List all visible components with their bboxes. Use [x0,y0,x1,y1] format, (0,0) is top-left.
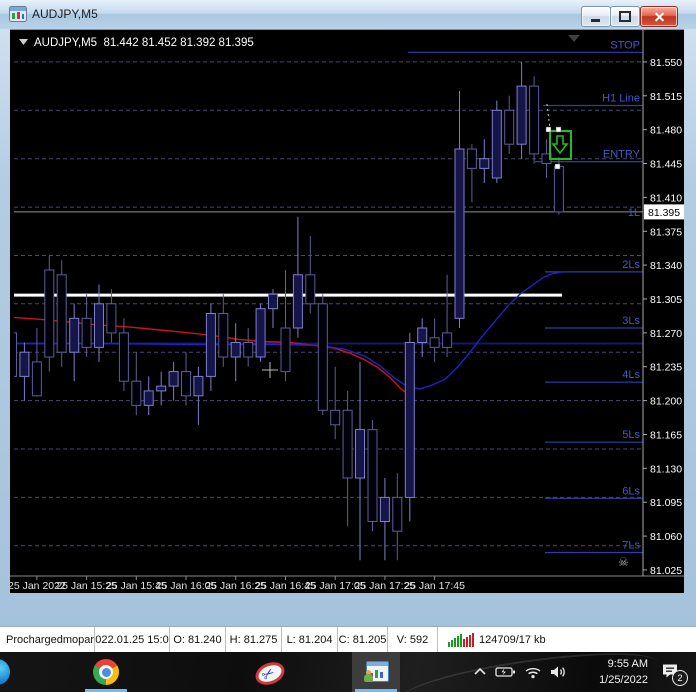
window-titlebar[interactable]: AUDJPY,M5 [0,0,696,29]
price-tick-label: 81.515 [650,91,682,103]
candles [14,61,564,561]
status-low: L: 81.204 [282,627,338,653]
level-label-2Ls: 2Ls [622,259,640,271]
status-bar-time: 2022.01.25 15:05 [95,627,170,653]
price-tick-label: 81.340 [650,260,682,272]
price-tick-label: 81.305 [650,294,682,306]
selection-handle[interactable] [545,126,552,133]
level-label-5Ls: 5Ls [622,429,640,441]
status-traffic: 124709/17 kb [479,634,546,646]
maximize-button[interactable] [610,6,640,27]
chart-window-icon [9,6,27,22]
status-account: Prochargedmopar [0,627,95,653]
taskbar-item-mt4[interactable] [352,652,400,692]
desktop-screen: AUDJPY,M5 STOP H1 Line ENTRY 1L 2Ls 3Ls 4Ls 5Ls… [0,0,696,692]
status-volume: V: 592 [388,627,438,653]
level-label-H1 Line: H1 Line [602,93,640,105]
price-tick-label: 81.235 [650,362,682,374]
mt4-icon [363,660,389,684]
status-open: O: 81.240 [170,627,226,653]
level-label-6Ls: 6Ls [622,485,640,497]
minimize-button[interactable] [581,6,611,27]
system-tray [472,652,568,692]
level-label-1L: 1L [628,207,640,219]
object-tether-line [546,103,551,130]
price-tick-label: 81.200 [650,396,682,408]
price-tick-label: 81.095 [650,497,682,509]
status-connection: 124709/17 kb [438,627,696,653]
selection-handle[interactable] [554,163,561,170]
price-tick-label: 81.480 [650,125,682,137]
time-axis[interactable]: 25 Jan 202225 Jan 15:2525 Jan 15:4525 Ja… [10,575,684,592]
ohlc-collapse-arrow[interactable] [19,39,28,45]
selection-handle[interactable] [555,126,562,133]
taskbar-item-chrome[interactable] [82,652,130,692]
chrome-icon [93,659,119,685]
status-high: H: 81.275 [226,627,282,653]
battery-icon[interactable] [495,664,517,680]
status-close: C: 81.205 [338,627,388,653]
chart-ohlc-header: AUDJPY,M5 81.442 81.452 81.392 81.395 [34,37,254,49]
price-chart[interactable]: STOP H1 Line ENTRY 1L 2Ls 3Ls 4Ls 5Ls 6Ls 7Ls ☠ 81.… [10,30,684,593]
price-tick-label: 81.550 [650,57,682,69]
notification-center-button[interactable]: 2 [660,661,688,686]
minimize-icon [591,19,600,22]
price-tick-label: 81.130 [650,463,682,475]
level-label-4Ls: 4Ls [622,369,640,381]
price-tick-label: 81.165 [650,430,682,442]
taskbar: ✂ 9:55 AM 1/25/2022 2 [0,642,696,692]
connection-bars-icon [448,633,474,647]
time-tick-label: 25 Jan 17:45 [404,580,465,592]
close-button[interactable] [640,6,678,27]
level-label-ENTRY: ENTRY [603,149,641,161]
window-title: AUDJPY,M5 [32,7,98,21]
snipping-tool-icon: ✂ [252,658,288,689]
taskbar-clock[interactable]: 9:55 AM 1/25/2022 [576,656,648,688]
price-tick-label: 81.375 [650,226,682,238]
wifi-icon[interactable] [524,664,542,680]
speaker-icon[interactable] [549,664,568,680]
clock-time: 9:55 AM [607,658,648,670]
skull-marker-icon: ☠ [618,555,629,569]
price-tick-label: 81.025 [650,565,682,577]
browser-icon-partial[interactable] [0,659,10,685]
down-arrow-icon [551,135,569,155]
mt4-chart-window: AUDJPY,M5 STOP H1 Line ENTRY 1L 2Ls 3Ls 4Ls 5Ls… [0,0,696,627]
price-axis[interactable]: 81.550 81.515 81.480 81.445 81.410 81.375 81.3… [642,30,684,577]
price-tick-label: 81.445 [650,159,682,171]
price-tick-label: 81.410 [650,192,682,204]
price-tick-label: 81.270 [650,328,682,340]
tray-chevron-icon[interactable] [472,664,488,680]
taskbar-item-snipping-tool[interactable]: ✂ [244,652,292,692]
chart-shift-marker[interactable] [568,35,580,42]
notification-badge: 2 [672,670,688,686]
clock-date: 1/25/2022 [599,674,648,686]
close-icon [654,11,665,22]
chart-canvas[interactable]: STOP H1 Line ENTRY 1L 2Ls 3Ls 4Ls 5Ls 6Ls 7Ls ☠ 81.… [10,29,684,593]
level-label-7Ls: 7Ls [622,540,640,552]
current-price-label: 81.395 [648,207,680,219]
status-bar: Prochargedmopar 2022.01.25 15:05 O: 81.2… [0,626,696,653]
level-label-STOP: STOP [610,39,640,51]
price-tick-label: 81.060 [650,531,682,543]
level-label-3Ls: 3Ls [622,315,640,327]
maximize-icon [619,11,631,22]
